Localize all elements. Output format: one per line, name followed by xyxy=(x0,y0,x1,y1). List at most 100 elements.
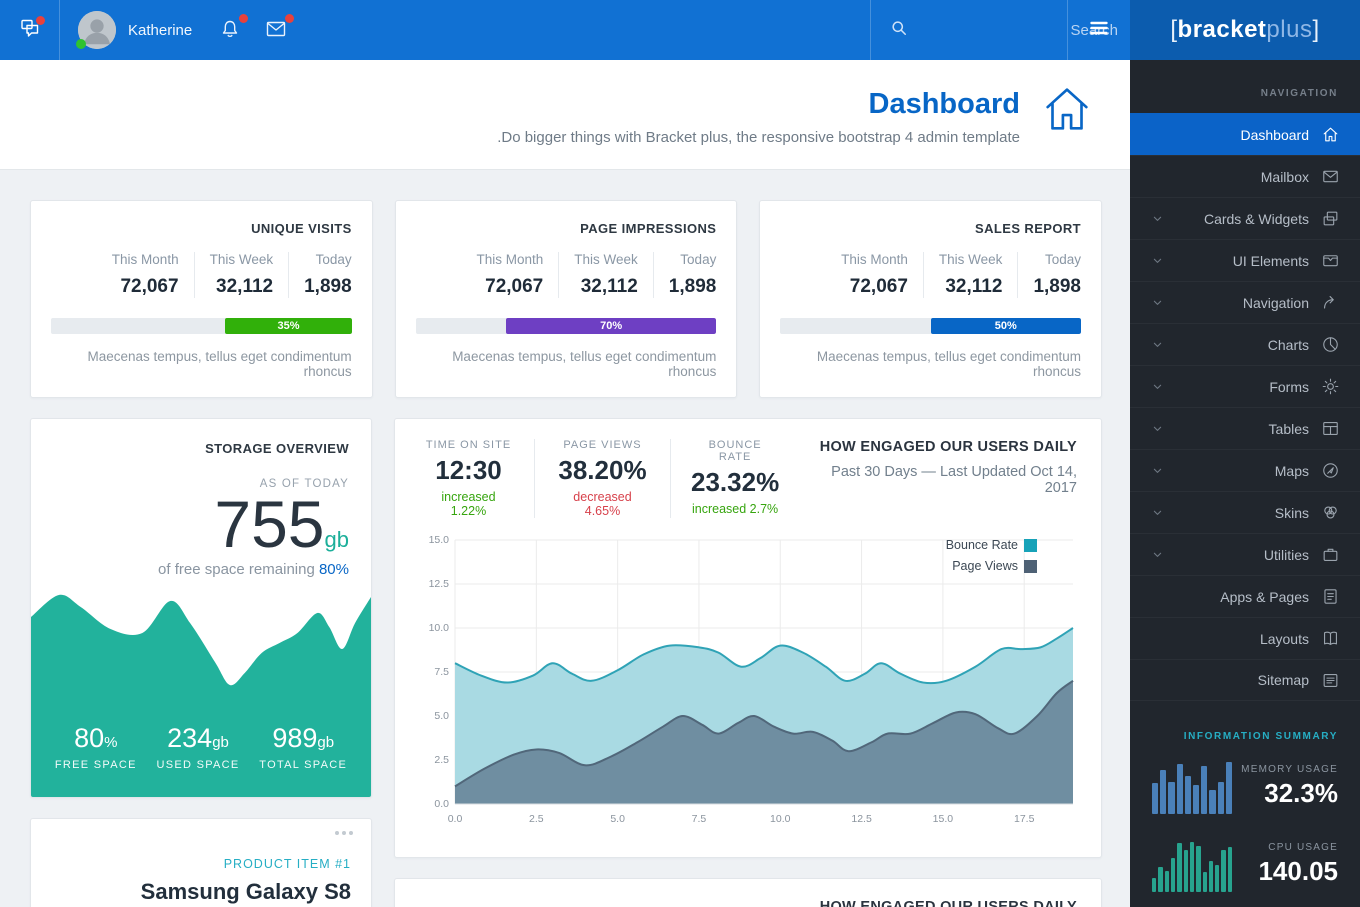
svg-text:0.0: 0.0 xyxy=(448,813,463,825)
sidebar-item-utilities[interactable]: Utilities xyxy=(1130,533,1360,575)
avatar xyxy=(78,11,116,49)
left-column: STORAGE OVERVIEW AS OF TODAY 755gb of fr… xyxy=(30,418,372,907)
sidebar-toggle-button[interactable] xyxy=(1068,0,1130,60)
stat-columns: This Month72,067This Week32,112Today1,89… xyxy=(780,252,1081,298)
search-icon[interactable] xyxy=(889,18,909,43)
sidebar-item-charts[interactable]: Charts xyxy=(1130,323,1360,365)
notification-badge xyxy=(36,16,45,25)
spark-bar xyxy=(1221,850,1225,892)
storage-free-text: of free space remaining 80% xyxy=(53,561,349,578)
chevron-down-icon xyxy=(1150,337,1166,353)
stat-col-label: This Month xyxy=(112,252,179,267)
sidebar-item-apps-pages[interactable]: Apps & Pages xyxy=(1130,575,1360,617)
progress-bar: 50% xyxy=(780,318,1081,334)
sidebar-item-skins[interactable]: Skins xyxy=(1130,491,1360,533)
engagement-stat-value: 23.32% xyxy=(691,467,779,498)
ui-icon xyxy=(1321,251,1340,270)
progress-bar: 35% xyxy=(51,318,352,334)
engagement-stat-change: increased 2.7% xyxy=(691,502,779,516)
chevron-down-icon xyxy=(1150,295,1166,311)
stat-col-this-week: This Week32,112 xyxy=(558,252,653,298)
spark-bar xyxy=(1228,847,1232,892)
sidebar-item-sitemap[interactable]: Sitemap xyxy=(1130,659,1360,701)
sidebar-item-layouts[interactable]: Layouts xyxy=(1130,617,1360,659)
product-eyebrow: PRODUCT ITEM #1 xyxy=(51,857,351,871)
menu-dots-icon[interactable] xyxy=(335,831,353,835)
sidebar-item-tables[interactable]: Tables xyxy=(1130,407,1360,449)
share-icon xyxy=(1321,293,1340,312)
progress-bar-fill: 70% xyxy=(506,318,716,334)
sidebar-item-label: UI Elements xyxy=(1233,253,1309,269)
topbar-spacer xyxy=(298,0,870,60)
home-icon xyxy=(1038,80,1096,144)
chevron-down-icon xyxy=(1150,253,1166,269)
cpu-usage-sparkline xyxy=(1152,836,1232,892)
spark-bar xyxy=(1196,846,1200,892)
right-column: TIME ON SITE12:30increased 1.22%PAGE VIE… xyxy=(394,418,1102,907)
svg-text:17.5: 17.5 xyxy=(1014,813,1035,825)
chevron-down-icon xyxy=(1150,379,1166,395)
stat-col-label: This Week xyxy=(574,252,638,267)
brand-logo[interactable]: [bracket plus] xyxy=(1130,0,1360,60)
storage-stat-unit: gb xyxy=(317,734,334,751)
svg-text:2.5: 2.5 xyxy=(529,813,544,825)
notifications-button[interactable] xyxy=(218,17,244,43)
sidebar-item-label: Apps & Pages xyxy=(1220,589,1309,605)
engagement-stats-row: TIME ON SITE12:30increased 1.22%PAGE VIE… xyxy=(419,439,799,518)
storage-stat-value: 80% xyxy=(55,723,137,754)
sidebar-item-label: Skins xyxy=(1275,505,1309,521)
progress-bar: 70% xyxy=(416,318,717,334)
info-row-memory: MEMORY USAGE32.3% xyxy=(1130,746,1360,824)
info-row-label: CPU USAGE xyxy=(1258,842,1338,853)
svg-text:10.0: 10.0 xyxy=(429,622,450,634)
mail-button[interactable] xyxy=(264,17,290,43)
spark-bar xyxy=(1226,762,1232,814)
sidebar-item-maps[interactable]: Maps xyxy=(1130,449,1360,491)
sidebar-item-forms[interactable]: Forms xyxy=(1130,365,1360,407)
stat-card-title: UNIQUE VISITS xyxy=(51,221,352,236)
sidebar-item-label: Dashboard xyxy=(1241,127,1310,143)
spark-bar xyxy=(1193,785,1199,814)
stat-col-value: 72,067 xyxy=(112,276,179,298)
sidebar-nav: Dashboard MailboxCards & Widgets UI Elemen… xyxy=(1130,113,1360,701)
sidebar-item-mailbox[interactable]: Mailbox xyxy=(1130,155,1360,197)
home-icon xyxy=(1321,125,1340,144)
storage-stat-unit: % xyxy=(104,734,117,751)
svg-text:12.5: 12.5 xyxy=(851,813,872,825)
stat-col-today: Today1,898 xyxy=(288,252,352,298)
messages-button[interactable] xyxy=(0,0,60,60)
stat-columns: This Month72,067This Week32,112Today1,89… xyxy=(416,252,717,298)
spark-bar xyxy=(1152,878,1156,892)
info-row-cpu: CPU USAGE140.05 xyxy=(1130,824,1360,902)
doc-icon xyxy=(1321,587,1340,606)
progress-bar-fill: 50% xyxy=(931,318,1081,334)
engagement-stat-label: BOUNCE RATE xyxy=(691,439,779,463)
stat-col-this-month: This Month72,067 xyxy=(826,252,923,298)
topbar-icon-group xyxy=(210,0,298,60)
info-row-value: 32.3% xyxy=(1241,778,1338,809)
legend-label: Page Views xyxy=(952,559,1018,573)
stat-col-label: This Month xyxy=(476,252,543,267)
compass-icon xyxy=(1321,461,1340,480)
stat-col-value: 72,067 xyxy=(841,276,908,298)
svg-text:5.0: 5.0 xyxy=(610,813,625,825)
stat-col-label: This Week xyxy=(939,252,1003,267)
spark-bar xyxy=(1184,850,1188,892)
logo-bracket-close: ] xyxy=(1312,16,1319,44)
sidebar-item-navigation[interactable]: Navigation xyxy=(1130,281,1360,323)
venn-icon xyxy=(1321,503,1340,522)
legend-swatch xyxy=(1024,560,1037,573)
sidebar-item-dashboard[interactable]: Dashboard xyxy=(1130,113,1360,155)
engagement-chart-card: TIME ON SITE12:30increased 1.22%PAGE VIE… xyxy=(394,418,1102,858)
hamburger-menu-icon xyxy=(1087,16,1111,45)
sidebar-item-cards-widgets[interactable]: Cards & Widgets xyxy=(1130,197,1360,239)
stat-col-today: Today1,898 xyxy=(1017,252,1081,298)
spark-bar xyxy=(1203,872,1207,892)
user-menu[interactable]: Katherine xyxy=(60,0,210,60)
pie-icon xyxy=(1321,335,1340,354)
legend-swatch xyxy=(1024,539,1037,552)
spark-bar xyxy=(1152,783,1158,814)
stat-card-footer: Maecenas tempus, tellus eget condimentum… xyxy=(416,349,717,379)
chevron-down-icon xyxy=(1150,547,1166,563)
sidebar-item-ui-elements[interactable]: UI Elements xyxy=(1130,239,1360,281)
